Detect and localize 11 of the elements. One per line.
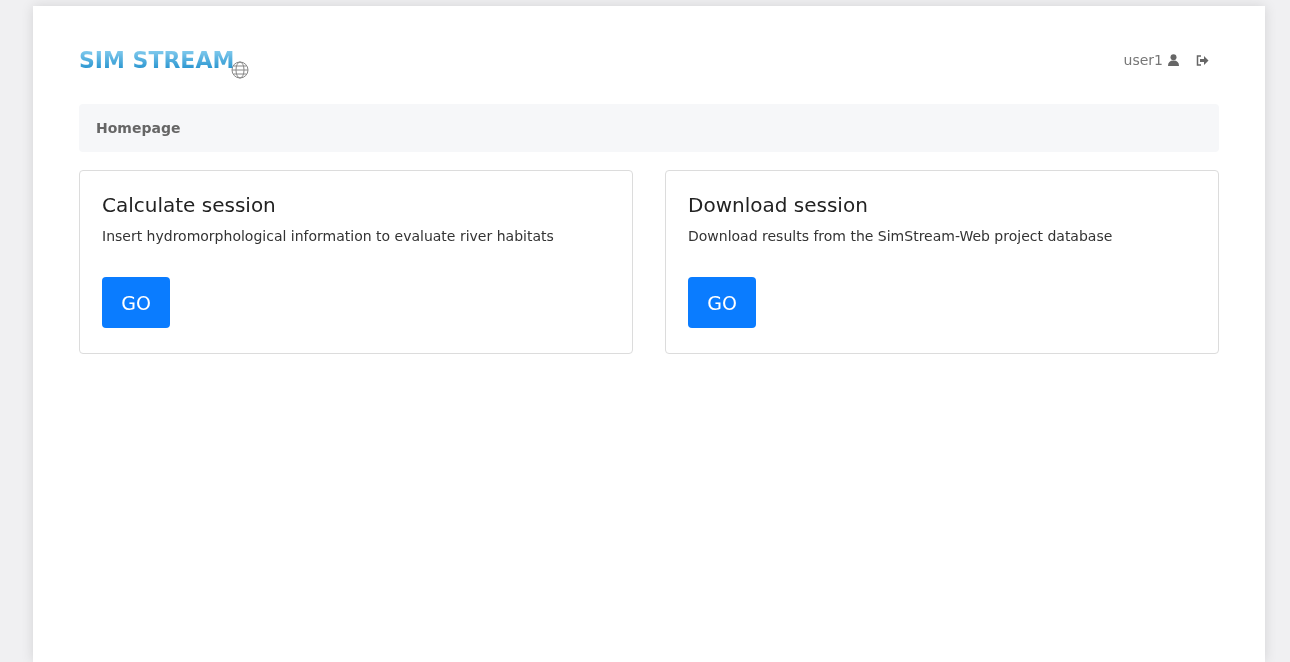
go-button[interactable]: GO bbox=[688, 277, 756, 328]
logout-icon[interactable] bbox=[1196, 54, 1209, 66]
card-title: Download session bbox=[688, 193, 869, 217]
card-text: Download results from the SimStream-Web project database bbox=[688, 228, 1114, 244]
user-icon bbox=[1168, 54, 1179, 66]
card-text: Insert hydromorphological information to evaluate river habitats bbox=[102, 228, 555, 244]
globe-icon bbox=[231, 60, 250, 79]
user-name: user1 bbox=[1123, 52, 1163, 68]
go-button[interactable]: GO bbox=[102, 277, 170, 328]
card-title: Calculate session bbox=[102, 193, 277, 217]
breadcrumb-item: Homepage bbox=[96, 120, 181, 136]
